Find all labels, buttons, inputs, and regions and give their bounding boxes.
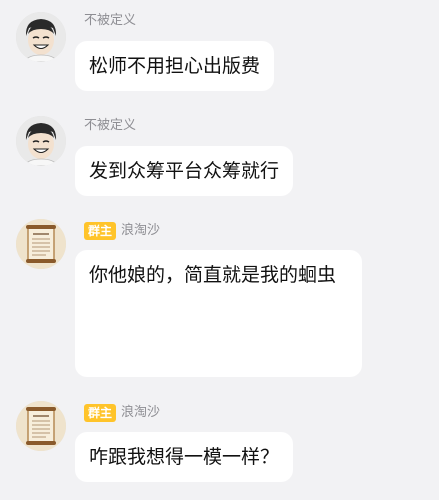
avatar[interactable] [16, 219, 66, 269]
man-smiling-avatar-icon [16, 12, 66, 62]
message-bubble[interactable]: 咋跟我想得一模一样？ [75, 432, 294, 482]
man-smiling-avatar-icon [16, 116, 66, 166]
scroll-document-avatar-icon [16, 219, 66, 269]
message-bubble[interactable]: 你他娘的，简直就是我的蛔虫 [75, 250, 362, 377]
message-bubble[interactable]: 发到众筹平台众筹就行 [75, 146, 294, 196]
sender-row: 不被定义 [84, 116, 136, 136]
avatar[interactable] [16, 116, 66, 166]
group-owner-badge: 群主 [84, 404, 117, 422]
message-bubble[interactable]: 松师不用担心出版费 [75, 41, 275, 91]
scroll-document-avatar-icon [16, 401, 66, 451]
sender-name[interactable]: 浪淘沙 [121, 403, 160, 423]
sender-name[interactable]: 浪淘沙 [121, 221, 160, 241]
sender-row: 群主 浪淘沙 [84, 221, 160, 241]
sender-row: 群主 浪淘沙 [84, 403, 160, 423]
avatar[interactable] [16, 401, 66, 451]
sender-row: 不被定义 [84, 11, 136, 31]
group-owner-badge: 群主 [84, 222, 117, 240]
avatar[interactable] [16, 12, 66, 62]
sender-name[interactable]: 不被定义 [84, 116, 136, 136]
sender-name[interactable]: 不被定义 [84, 11, 136, 31]
